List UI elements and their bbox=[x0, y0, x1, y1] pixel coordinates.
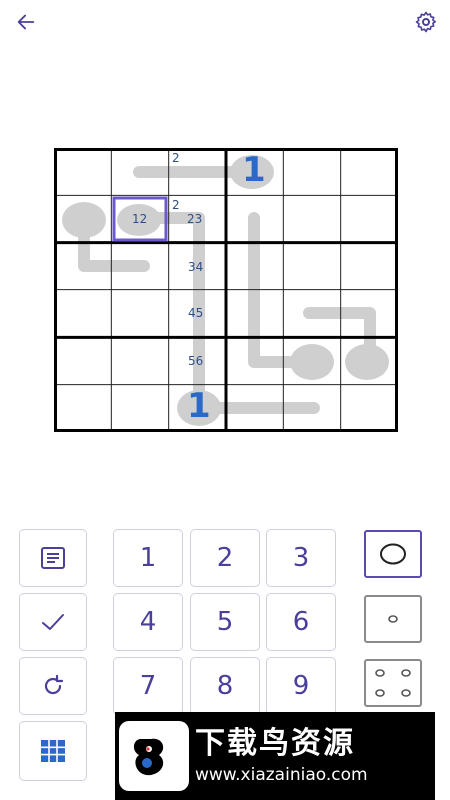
settings-button[interactable] bbox=[408, 6, 444, 38]
grid-button[interactable] bbox=[19, 721, 87, 781]
bird-logo-icon bbox=[119, 721, 189, 791]
number-key-6[interactable]: 6 bbox=[266, 593, 336, 651]
number-key-1[interactable]: 1 bbox=[113, 529, 183, 587]
grid-icon bbox=[41, 740, 65, 762]
check-button[interactable] bbox=[19, 593, 87, 651]
watermark-title: 下载鸟资源 bbox=[195, 727, 355, 760]
circle-mode-button[interactable] bbox=[364, 530, 422, 578]
number-key-7[interactable]: 7 bbox=[113, 657, 183, 715]
watermark-text: 下载鸟资源 www.xiazainiao.com bbox=[195, 727, 368, 785]
number-key-4[interactable]: 4 bbox=[113, 593, 183, 651]
watermark-banner: 下载鸟资源 www.xiazainiao.com bbox=[115, 712, 435, 800]
four-dots-mode-button[interactable] bbox=[364, 659, 422, 707]
watermark-url: www.xiazainiao.com bbox=[195, 765, 368, 785]
four-dots-icon bbox=[375, 669, 411, 697]
cell-note: 45 bbox=[188, 306, 204, 320]
back-button[interactable] bbox=[8, 6, 44, 38]
number-key-8[interactable]: 8 bbox=[190, 657, 260, 715]
number-key-9[interactable]: 9 bbox=[266, 657, 336, 715]
refresh-icon bbox=[44, 674, 64, 695]
number-key-3[interactable]: 3 bbox=[266, 529, 336, 587]
cell-note: 56 bbox=[188, 354, 204, 368]
checkmark-icon bbox=[42, 614, 64, 630]
circle-icon bbox=[380, 543, 406, 565]
notes-button[interactable] bbox=[19, 529, 87, 587]
cell-note: 34 bbox=[188, 260, 204, 274]
number-key-2[interactable]: 2 bbox=[190, 529, 260, 587]
board-grid bbox=[54, 148, 398, 432]
dot-icon bbox=[388, 615, 398, 623]
single-dot-mode-button[interactable] bbox=[364, 595, 422, 643]
game-screen: 2 2 23 34 45 56 12 1 1 1 2 3 4 5 6 7 8 9… bbox=[0, 0, 450, 800]
cell-note: 2 bbox=[172, 151, 180, 165]
arrow-left-icon bbox=[17, 14, 35, 30]
document-icon bbox=[41, 547, 65, 569]
cell-note: 2 bbox=[172, 198, 180, 212]
reset-button[interactable] bbox=[19, 657, 87, 715]
puzzle-board[interactable]: 2 2 23 34 45 56 12 1 1 bbox=[54, 148, 398, 432]
cell-note: 23 bbox=[187, 212, 203, 226]
number-key-5[interactable]: 5 bbox=[190, 593, 260, 651]
gear-icon bbox=[415, 11, 436, 33]
cell-clue: 1 bbox=[242, 150, 266, 190]
cell-clue: 1 bbox=[187, 386, 211, 426]
selected-cell-value: 12 bbox=[132, 212, 148, 226]
